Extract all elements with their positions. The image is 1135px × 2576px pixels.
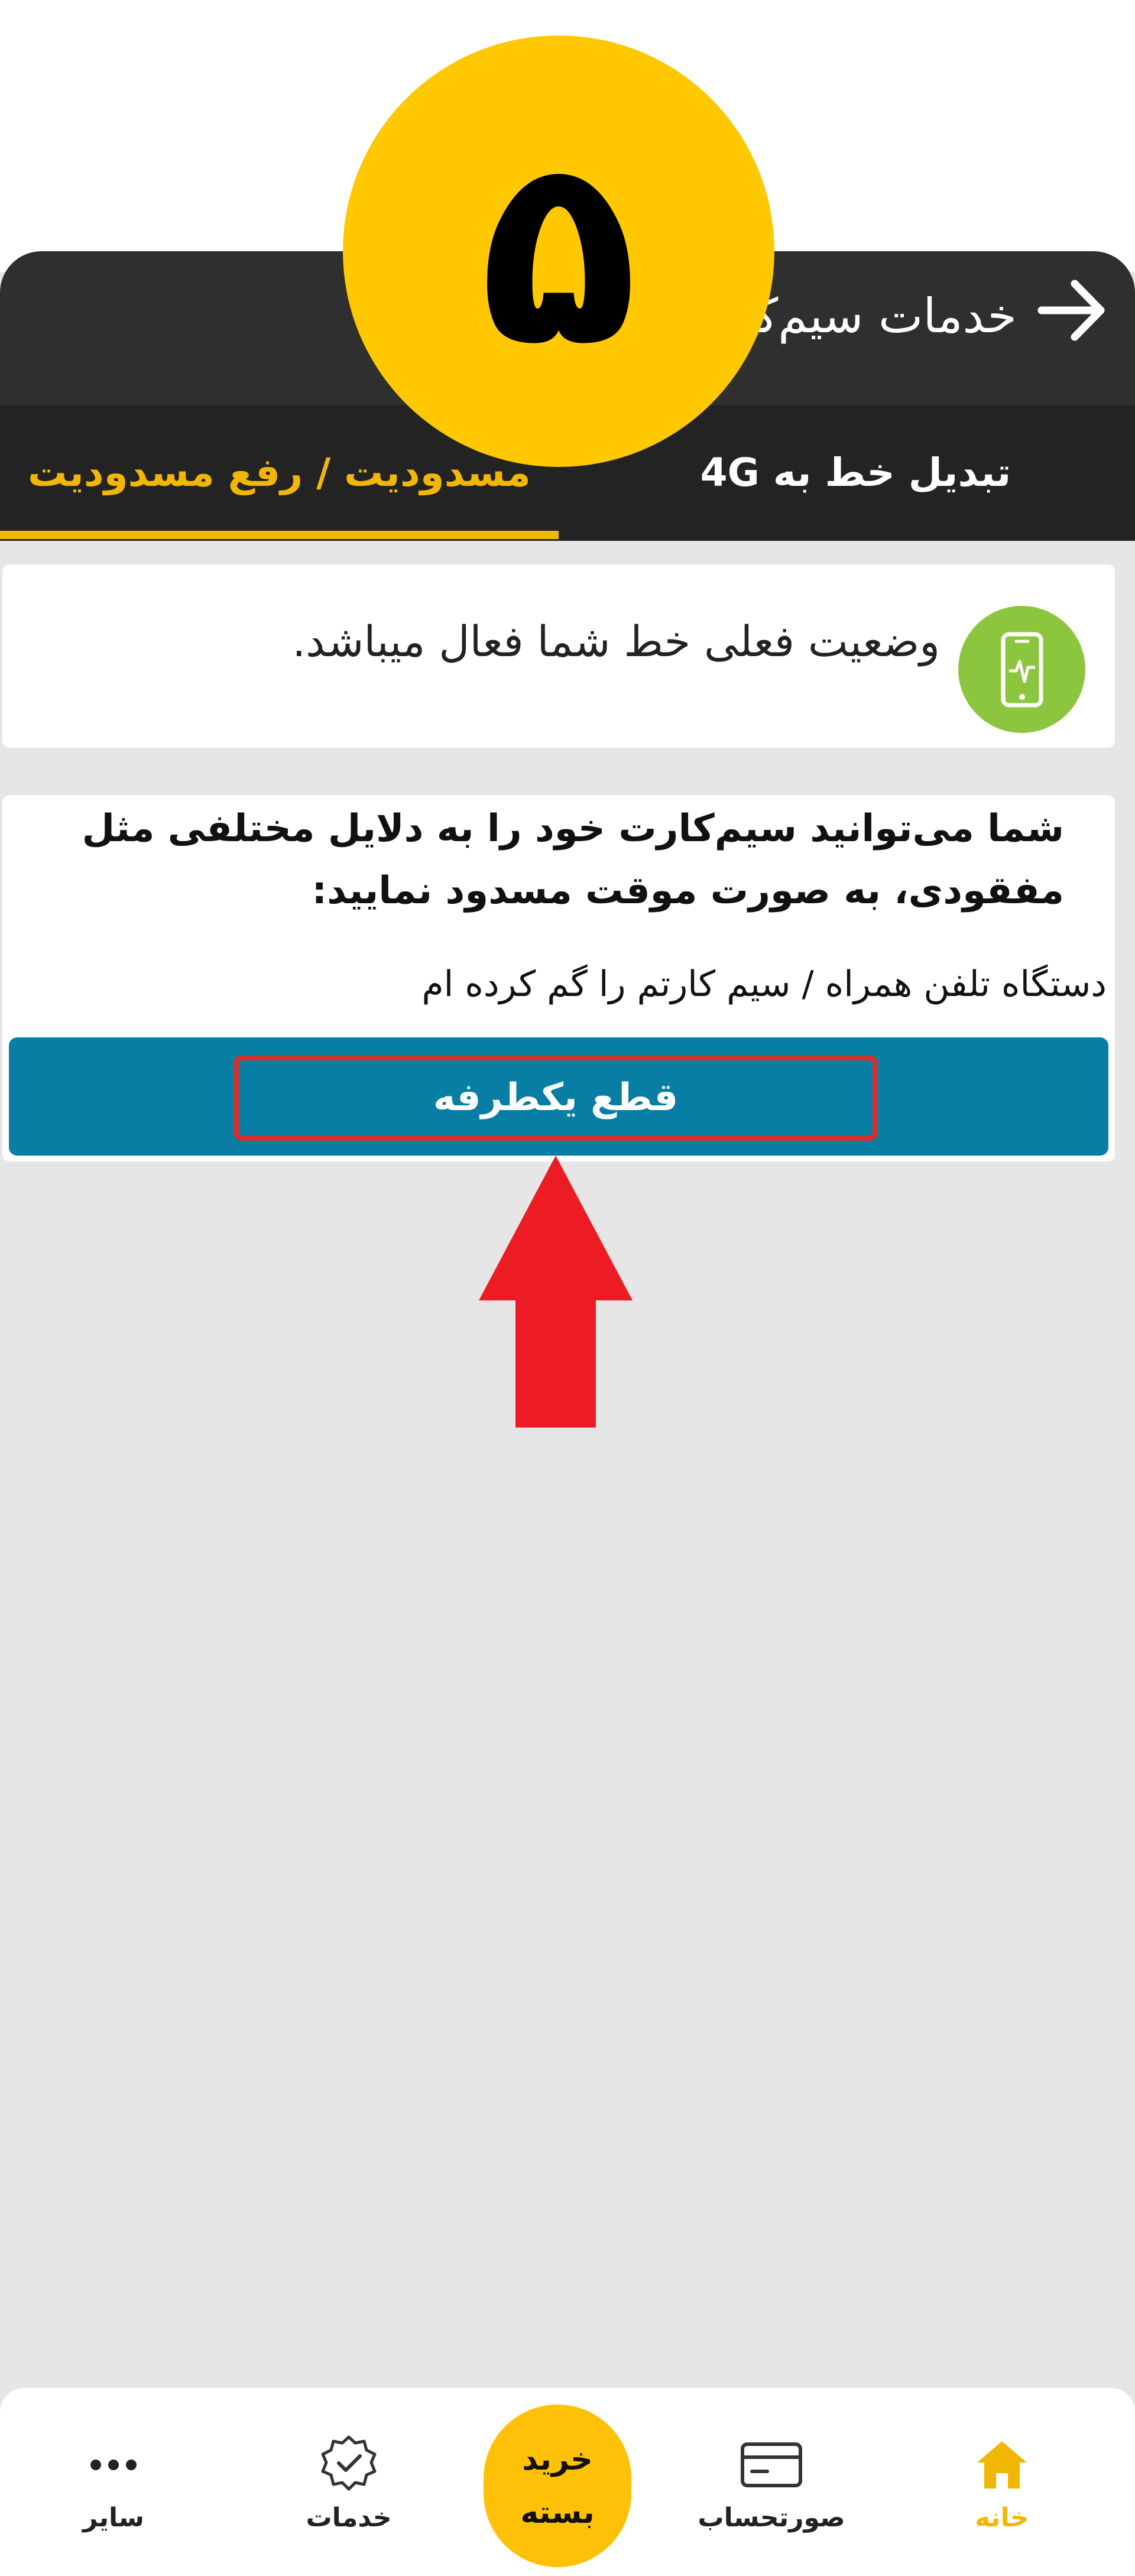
buy-package-button[interactable]: خرید بسته <box>484 2405 631 2567</box>
one-way-disconnect-label[interactable]: قطع یکطرفه <box>234 1055 878 1141</box>
check-badge-icon <box>321 2435 377 2491</box>
nav-other[interactable]: سایر <box>25 2432 202 2551</box>
phone-signal-icon <box>958 606 1085 733</box>
nav-other-label: سایر <box>83 2503 144 2533</box>
nav-home-label: خانه <box>975 2503 1029 2533</box>
arrow-right-icon <box>1037 280 1105 341</box>
line-status-text: وضعیت فعلی خط شما فعال میباشد. <box>292 617 940 666</box>
nav-bill[interactable]: صورتحساب <box>683 2432 860 2551</box>
nav-home[interactable]: خانه <box>913 2432 1091 2551</box>
step-number-badge: ۵ <box>343 35 774 467</box>
nav-bill-label: صورتحساب <box>698 2503 845 2533</box>
back-button[interactable] <box>1035 272 1111 349</box>
home-icon <box>977 2441 1027 2489</box>
block-reason-option[interactable]: دستگاه تلفن همراه / سیم کارتم را گم کرده… <box>422 955 1107 1014</box>
bill-card-icon <box>741 2442 802 2487</box>
buy-package-label: خرید بسته <box>520 2441 595 2530</box>
red-arrow-up-icon <box>479 1156 633 1427</box>
nav-services[interactable]: خدمات <box>260 2432 437 2551</box>
block-description: شما می‌توانید سیم‌کارت خود را به دلایل م… <box>82 807 1064 913</box>
active-tab-indicator <box>0 531 559 539</box>
more-dots-icon <box>90 2460 137 2470</box>
nav-services-label: خدمات <box>306 2503 392 2533</box>
